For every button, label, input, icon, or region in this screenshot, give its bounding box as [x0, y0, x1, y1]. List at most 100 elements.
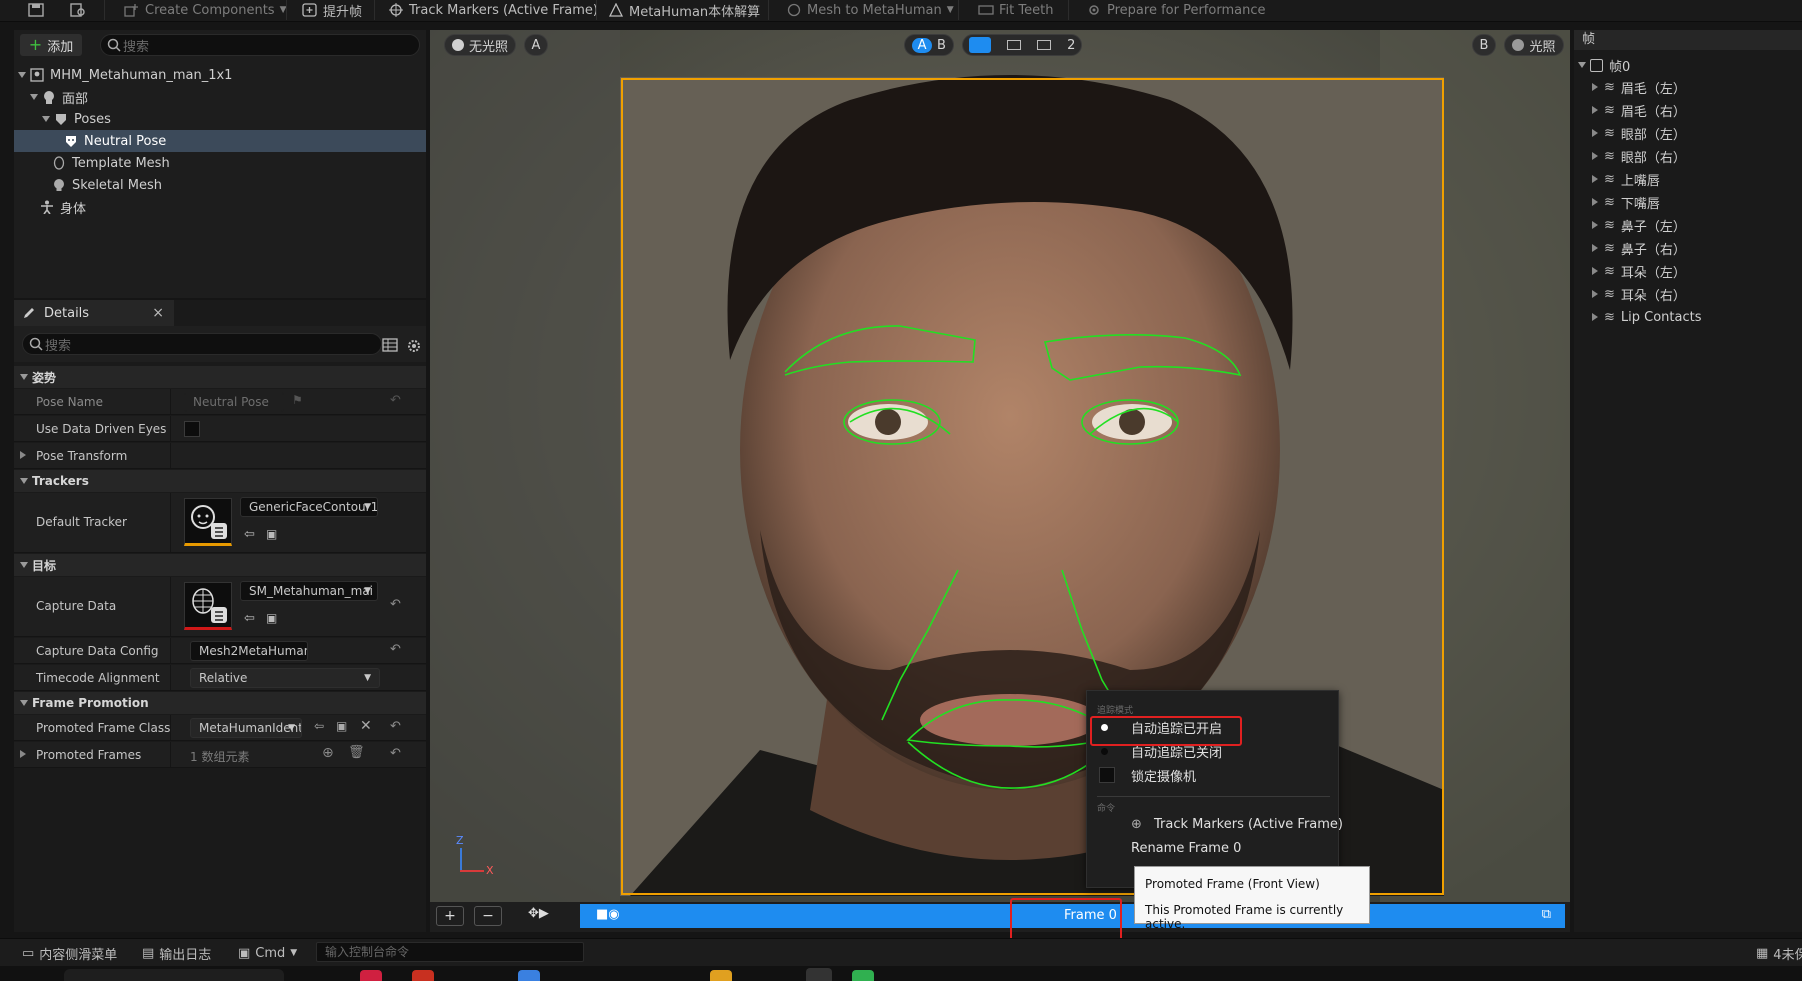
use-selected-icon[interactable]: ⇦: [244, 527, 255, 542]
app-icon[interactable]: [360, 970, 382, 981]
capture-data-config-field[interactable]: Mesh2MetaHuman: [190, 641, 308, 661]
tree-item-face[interactable]: 面部: [14, 86, 426, 108]
curve-item[interactable]: ≋ 眼部（左）: [1574, 122, 1802, 144]
viewport[interactable]: 无光照 A A B 2 B 光照 Z X + − ✥▶ ■◉ Frame 0 ⧉: [430, 30, 1570, 932]
prepare-performance-button[interactable]: Prepare for Performance: [1086, 0, 1265, 20]
prop-promoted-frames[interactable]: Promoted Frames 1 数组元素 ⊕ 🗑 ↶: [14, 742, 426, 768]
tree-item-body[interactable]: 身体: [14, 196, 426, 218]
app-icon[interactable]: [852, 970, 874, 981]
use-selected-icon[interactable]: ⇦: [314, 719, 324, 733]
curve-item[interactable]: ≋ 眉毛（左）: [1574, 76, 1802, 98]
close-icon[interactable]: ×: [152, 305, 164, 321]
lit-toggle[interactable]: 光照: [1504, 34, 1564, 56]
category-frame-promotion[interactable]: Frame Promotion: [14, 692, 426, 714]
taskbar-search[interactable]: [64, 969, 284, 981]
curve-item[interactable]: ≋ 耳朵（左）: [1574, 260, 1802, 282]
menu-item-rename-frame[interactable]: Rename Frame 0: [1087, 837, 1340, 859]
tree-item-mhm[interactable]: MHM_Metahuman_man_1x1: [14, 64, 426, 86]
split-view-icon[interactable]: [1006, 40, 1021, 50]
fit-teeth-button[interactable]: Fit Teeth: [978, 0, 1053, 20]
lock-camera-checkbox[interactable]: [1099, 767, 1115, 783]
details-search-input[interactable]: 搜索: [22, 333, 382, 355]
category-trackers[interactable]: Trackers: [14, 470, 426, 492]
ab-toggle-b[interactable]: B: [937, 38, 946, 53]
menu-item-track-markers[interactable]: ⊕ Track Markers (Active Frame): [1087, 813, 1343, 835]
reset-icon[interactable]: ↶: [390, 597, 401, 612]
browse-class-icon[interactable]: ▣: [336, 719, 347, 733]
camera-move-icon[interactable]: ✥▶: [528, 906, 564, 926]
folder-icon[interactable]: [710, 970, 732, 981]
tree-item-template-mesh[interactable]: Template Mesh: [14, 152, 426, 174]
promote-frame-button[interactable]: 提升帧: [302, 0, 362, 20]
output-log-button[interactable]: ▤ 输出日志: [142, 943, 211, 963]
camera-lock-icon[interactable]: ⧉: [1542, 907, 1551, 922]
category-target[interactable]: 目标: [14, 554, 426, 576]
mesh-to-metahuman-button[interactable]: Mesh to MetaHuman ▼: [786, 0, 954, 20]
timecode-alignment-dropdown[interactable]: Relative ▼: [190, 668, 380, 688]
settings-gear-icon[interactable]: [406, 338, 422, 354]
remove-frame-icon[interactable]: −: [474, 906, 502, 926]
wipe-view-icon[interactable]: [1036, 40, 1051, 50]
console-command-input[interactable]: 输入控制台命令: [316, 942, 584, 962]
tree-item-neutral-pose[interactable]: Neutral Pose: [14, 130, 426, 152]
app-icon[interactable]: [412, 970, 434, 981]
tree-item-skeletal-mesh[interactable]: Skeletal Mesh: [14, 174, 426, 196]
tree-item-label: Template Mesh: [72, 155, 170, 171]
curve-item[interactable]: ≋ 鼻子（左）: [1574, 214, 1802, 236]
cmd-dropdown[interactable]: ▣ Cmd ▼: [238, 943, 297, 963]
curve-item[interactable]: ≋ 上嘴唇: [1574, 168, 1802, 190]
metahuman-solve-button[interactable]: MetaHuman本体解算: [608, 0, 760, 20]
create-components-button[interactable]: Create Components ▼: [124, 0, 287, 20]
save-icon[interactable]: [28, 0, 44, 20]
table-view-icon[interactable]: [382, 338, 398, 352]
reset-icon[interactable]: ↶: [390, 719, 401, 734]
curve-item[interactable]: ≋ 眉毛（右）: [1574, 99, 1802, 121]
capture-data-dropdown[interactable]: SM_Metahuman_mai ▼: [240, 581, 378, 601]
add-frame-icon[interactable]: +: [436, 906, 464, 926]
use-selected-icon[interactable]: ⇦: [244, 611, 255, 626]
promoted-frame-class-dropdown[interactable]: MetaHumanIdent ▼: [190, 718, 302, 738]
frame-item-0[interactable]: 帧0: [1574, 54, 1802, 76]
app-icon[interactable]: [518, 970, 540, 981]
prop-pose-transform[interactable]: Pose Transform: [14, 443, 426, 469]
curve-item[interactable]: ≋ 鼻子（右）: [1574, 237, 1802, 259]
menu-item-lock-camera[interactable]: 锁定摄像机: [1087, 764, 1340, 786]
curve-item[interactable]: ≋ 下嘴唇: [1574, 191, 1802, 213]
tab-details[interactable]: Details ×: [14, 300, 174, 326]
content-drawer-button[interactable]: ▭ 内容侧滑菜单: [22, 943, 117, 963]
ab-toggle-a[interactable]: A: [912, 37, 933, 53]
outliner-search-input[interactable]: 搜索: [100, 34, 420, 56]
frame-checkbox[interactable]: [1590, 58, 1603, 72]
trash-icon[interactable]: 🗑: [348, 745, 365, 760]
browse-asset-icon[interactable]: ▣: [266, 611, 277, 625]
unlit-toggle[interactable]: 无光照: [444, 34, 516, 56]
category-pose[interactable]: 姿势: [14, 366, 426, 388]
add-button[interactable]: + 添加: [20, 34, 82, 56]
browse-icon[interactable]: [70, 0, 86, 20]
add-element-icon[interactable]: ⊕: [322, 745, 334, 761]
default-tracker-dropdown[interactable]: GenericFaceContour1 ▼: [240, 497, 378, 517]
ab-toggle[interactable]: A B: [904, 34, 954, 56]
unreal-icon[interactable]: [806, 968, 832, 981]
view-count[interactable]: 2: [1067, 38, 1075, 53]
view-a-button[interactable]: A: [524, 34, 548, 56]
expand-arrow-icon: [1592, 267, 1598, 275]
single-view-icon[interactable]: [968, 37, 991, 53]
clear-icon[interactable]: ✕: [360, 718, 372, 734]
track-markers-button[interactable]: Track Markers (Active Frame): [388, 0, 598, 20]
tracker-thumbnail[interactable]: [184, 498, 232, 546]
view-b-button[interactable]: B: [1472, 34, 1496, 56]
add-label: 添加: [47, 39, 74, 55]
browse-asset-icon[interactable]: ▣: [266, 527, 277, 541]
reset-icon[interactable]: ↶: [390, 642, 401, 657]
curve-item[interactable]: ≋ 耳朵（右）: [1574, 283, 1802, 305]
pencil-icon: [24, 308, 34, 318]
tree-item-poses[interactable]: Poses: [14, 108, 426, 130]
unsaved-button[interactable]: ▦ 4未保存: [1756, 943, 1802, 963]
curve-item[interactable]: ≋ Lip Contacts: [1574, 306, 1802, 328]
capture-data-thumbnail[interactable]: [184, 582, 232, 630]
reset-icon[interactable]: ↶: [390, 746, 401, 761]
data-driven-eyes-checkbox[interactable]: [184, 421, 200, 437]
curve-item[interactable]: ≋ 眼部（右）: [1574, 145, 1802, 167]
pose-name-field[interactable]: Neutral Pose: [184, 392, 284, 412]
